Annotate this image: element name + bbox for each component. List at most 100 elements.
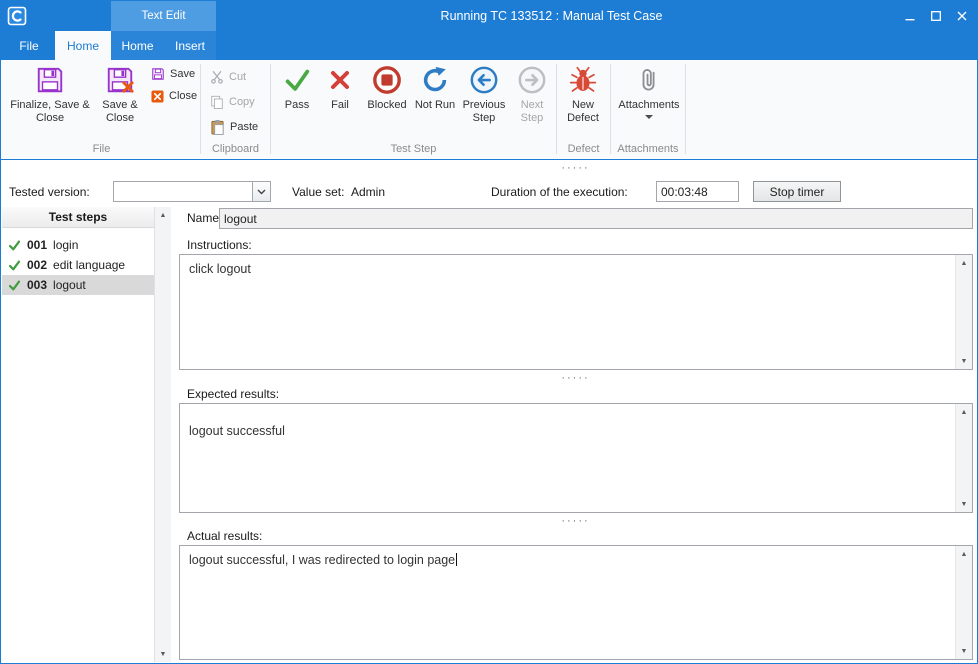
step-passed-check-icon bbox=[8, 239, 21, 252]
cut-label: Cut bbox=[229, 71, 246, 83]
paste-button[interactable]: Paste bbox=[206, 117, 264, 137]
not-run-button[interactable]: Not Run bbox=[412, 62, 458, 142]
ribbon: Finalize, Save & Close Save & Close Sa bbox=[1, 60, 977, 160]
actual-results-textarea[interactable]: logout successful, I was redirected to l… bbox=[179, 545, 973, 660]
previous-step-label: Previous Step bbox=[460, 99, 508, 124]
app-icon[interactable] bbox=[6, 5, 28, 27]
copy-label: Copy bbox=[229, 96, 255, 108]
test-step-item-001[interactable]: 001 login bbox=[2, 235, 154, 255]
scroll-up-icon[interactable]: ▲ bbox=[956, 546, 972, 562]
next-step-arrow-icon bbox=[517, 62, 547, 98]
scroll-down-icon[interactable]: ▼ bbox=[155, 646, 171, 662]
save-close-button[interactable]: Save & Close bbox=[95, 62, 145, 142]
paperclip-icon bbox=[638, 62, 660, 98]
group-separator bbox=[610, 64, 611, 154]
scroll-up-icon[interactable]: ▲ bbox=[155, 207, 171, 223]
finalize-save-close-button[interactable]: Finalize, Save & Close bbox=[7, 62, 93, 142]
paste-label: Paste bbox=[230, 121, 258, 133]
expected-actual-splitter[interactable]: ····· bbox=[179, 516, 972, 528]
close-button[interactable] bbox=[949, 1, 975, 31]
instructions-expected-splitter[interactable]: ····· bbox=[179, 373, 972, 385]
test-step-item-003-selected[interactable]: 003 logout bbox=[2, 275, 154, 295]
instructions-scrollbar[interactable]: ▲ ▼ bbox=[955, 255, 972, 369]
expected-results-scrollbar[interactable]: ▲ ▼ bbox=[955, 404, 972, 512]
save-button[interactable]: Save bbox=[147, 64, 199, 84]
contextual-tab-group-header: Text Edit bbox=[111, 1, 216, 31]
not-run-undo-icon bbox=[420, 62, 450, 98]
test-steps-scrollbar[interactable]: ▲ ▼ bbox=[154, 207, 171, 662]
close-button-ribbon[interactable]: Close bbox=[147, 86, 199, 106]
attachments-button[interactable]: Attachments bbox=[614, 62, 684, 142]
tab-insert-contextual[interactable]: Insert bbox=[164, 31, 216, 60]
ribbon-content-splitter[interactable]: ····· bbox=[179, 163, 972, 175]
save-close-label: Save & Close bbox=[95, 99, 145, 124]
finalize-save-icon bbox=[35, 62, 65, 98]
copy-button[interactable]: Copy bbox=[206, 92, 264, 112]
step-label: edit language bbox=[53, 258, 125, 272]
titlebar: Text Edit Running TC 133512 : Manual Tes… bbox=[1, 1, 977, 31]
maximize-button[interactable] bbox=[923, 1, 949, 31]
actual-results-label: Actual results: bbox=[187, 529, 262, 544]
attachments-group-label: Attachments bbox=[611, 142, 685, 156]
scroll-down-icon[interactable]: ▼ bbox=[956, 496, 972, 512]
instructions-textarea[interactable]: click logout ▲ ▼ bbox=[179, 254, 973, 370]
app-logo-icon bbox=[7, 6, 27, 26]
step-label: logout bbox=[53, 278, 86, 292]
close-label: Close bbox=[169, 90, 197, 102]
pass-label: Pass bbox=[285, 99, 309, 112]
value-set-value: Admin bbox=[351, 184, 385, 200]
save-close-icon bbox=[105, 62, 135, 98]
fail-button[interactable]: Fail bbox=[320, 62, 360, 142]
stop-timer-button[interactable]: Stop timer bbox=[753, 181, 841, 202]
clipboard-group-label: Clipboard bbox=[201, 142, 270, 156]
step-passed-check-icon bbox=[8, 259, 21, 272]
attachments-dropdown-arrow-icon[interactable] bbox=[645, 115, 653, 119]
test-step-item-002[interactable]: 002 edit language bbox=[2, 255, 154, 275]
minimize-button[interactable] bbox=[897, 1, 923, 31]
duration-input[interactable] bbox=[656, 181, 739, 202]
window-title: Running TC 133512 : Manual Test Case bbox=[216, 1, 887, 31]
blocked-label: Blocked bbox=[367, 99, 406, 112]
tested-version-dropdown-button[interactable] bbox=[252, 182, 270, 201]
tab-home-contextual[interactable]: Home bbox=[111, 31, 164, 60]
save-label: Save bbox=[170, 68, 195, 80]
tab-file[interactable]: File bbox=[3, 31, 55, 60]
group-separator bbox=[270, 64, 271, 154]
cut-button[interactable]: Cut bbox=[206, 67, 264, 87]
previous-step-button[interactable]: Previous Step bbox=[460, 62, 508, 142]
blocked-button[interactable]: Blocked bbox=[362, 62, 412, 142]
tab-home[interactable]: Home bbox=[55, 31, 111, 60]
group-separator bbox=[685, 64, 686, 154]
expected-results-textarea[interactable]: logout successful ▲ ▼ bbox=[179, 403, 973, 513]
name-label: Name: bbox=[187, 211, 222, 226]
window-controls bbox=[897, 1, 975, 31]
tested-version-label: Tested version: bbox=[9, 184, 90, 200]
defect-group-label: Defect bbox=[557, 142, 610, 156]
scroll-down-icon[interactable]: ▼ bbox=[956, 643, 972, 659]
scroll-up-icon[interactable]: ▲ bbox=[956, 255, 972, 271]
name-input[interactable] bbox=[219, 208, 973, 229]
actual-results-scrollbar[interactable]: ▲ ▼ bbox=[955, 546, 972, 659]
tested-version-combo[interactable] bbox=[113, 181, 271, 202]
new-defect-button[interactable]: New Defect bbox=[560, 62, 606, 142]
step-number: 001 bbox=[27, 238, 47, 252]
fail-label: Fail bbox=[331, 99, 349, 112]
step-passed-check-icon bbox=[8, 279, 21, 292]
test-steps-header: Test steps bbox=[2, 207, 154, 228]
pass-button[interactable]: Pass bbox=[276, 62, 318, 142]
attachments-label: Attachments bbox=[618, 99, 679, 112]
step-label: login bbox=[53, 238, 78, 252]
chevron-down-icon bbox=[257, 189, 266, 195]
ribbon-tab-row: File Home Home Insert bbox=[1, 31, 977, 60]
next-step-button[interactable]: Next Step bbox=[510, 62, 554, 142]
tested-version-value bbox=[114, 182, 252, 201]
close-icon bbox=[957, 11, 967, 21]
group-separator bbox=[200, 64, 201, 154]
scroll-down-icon[interactable]: ▼ bbox=[956, 353, 972, 369]
previous-step-arrow-icon bbox=[469, 62, 499, 98]
pass-check-icon bbox=[282, 62, 312, 98]
group-separator bbox=[556, 64, 557, 154]
test-step-group-label: Test Step bbox=[271, 142, 556, 156]
scroll-up-icon[interactable]: ▲ bbox=[956, 404, 972, 420]
text-cursor bbox=[456, 553, 457, 566]
